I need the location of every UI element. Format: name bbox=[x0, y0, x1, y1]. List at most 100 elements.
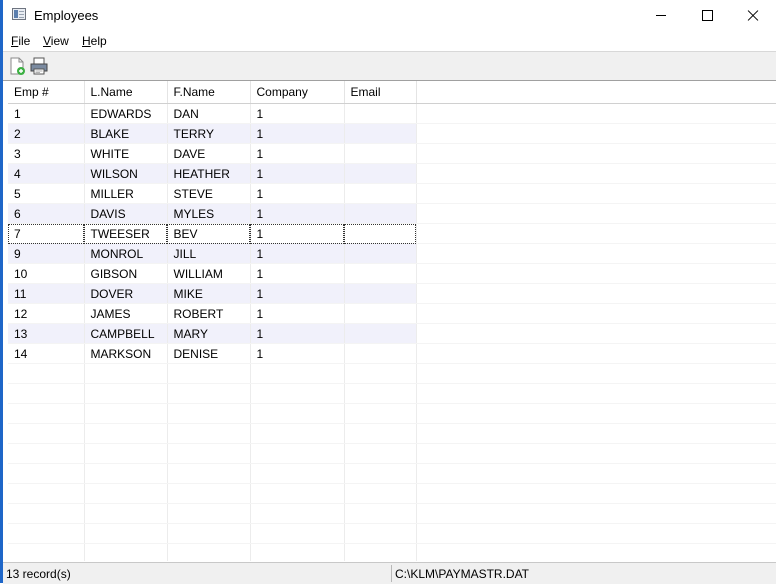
title-bar[interactable]: Employees bbox=[3, 0, 776, 31]
last-name-cell[interactable]: GIBSON bbox=[84, 263, 168, 284]
emp-no-cell[interactable]: 12 bbox=[8, 303, 85, 324]
emp-no-cell[interactable]: 14 bbox=[8, 343, 85, 364]
emp-no-cell[interactable]: 1 bbox=[8, 103, 85, 124]
email-cell[interactable] bbox=[344, 303, 417, 324]
table-row[interactable]: 3 WHITE DAVE 1 bbox=[8, 143, 776, 164]
menu-help[interactable]: Help bbox=[82, 34, 107, 48]
close-button[interactable] bbox=[730, 0, 776, 31]
email-cell[interactable] bbox=[344, 183, 417, 204]
empty-cell bbox=[84, 383, 168, 404]
column-header-first-name[interactable]: F.Name bbox=[167, 81, 251, 104]
email-cell[interactable] bbox=[344, 223, 417, 244]
email-cell[interactable] bbox=[344, 243, 417, 264]
emp-no-cell[interactable]: 6 bbox=[8, 203, 85, 224]
emp-no-cell[interactable]: 2 bbox=[8, 123, 85, 144]
first-name-cell[interactable]: MIKE bbox=[167, 283, 251, 304]
table-row[interactable]: 10 GIBSON WILLIAM 1 bbox=[8, 263, 776, 284]
last-name-cell[interactable]: CAMPBELL bbox=[84, 323, 168, 344]
first-name-cell[interactable]: TERRY bbox=[167, 123, 251, 144]
last-name-cell[interactable]: MILLER bbox=[84, 183, 168, 204]
table-row[interactable]: 9 MONROL JILL 1 bbox=[8, 243, 776, 264]
table-row[interactable]: 12 JAMES ROBERT 1 bbox=[8, 303, 776, 324]
emp-no-cell[interactable]: 4 bbox=[8, 163, 85, 184]
first-name-cell[interactable]: HEATHER bbox=[167, 163, 251, 184]
email-cell[interactable] bbox=[344, 283, 417, 304]
menu-file[interactable]: File bbox=[11, 34, 30, 48]
column-header-company[interactable]: Company bbox=[250, 81, 345, 104]
last-name-cell[interactable]: BLAKE bbox=[84, 123, 168, 144]
maximize-button[interactable] bbox=[684, 0, 730, 31]
first-name-cell[interactable]: DAVE bbox=[167, 143, 251, 164]
table-row[interactable]: 14 MARKSON DENISE 1 bbox=[8, 343, 776, 364]
new-document-icon[interactable] bbox=[6, 55, 28, 77]
company-cell[interactable]: 1 bbox=[250, 163, 345, 184]
table-row[interactable]: 4 WILSON HEATHER 1 bbox=[8, 163, 776, 184]
company-cell[interactable]: 1 bbox=[250, 143, 345, 164]
table-row[interactable]: 5 MILLER STEVE 1 bbox=[8, 183, 776, 204]
emp-no-cell[interactable]: 10 bbox=[8, 263, 85, 284]
table-row[interactable]: 1 EDWARDS DAN 1 bbox=[8, 103, 776, 124]
company-cell[interactable]: 1 bbox=[250, 123, 345, 144]
email-cell[interactable] bbox=[344, 343, 417, 364]
first-name-cell[interactable]: JILL bbox=[167, 243, 251, 264]
first-name-cell[interactable]: ROBERT bbox=[167, 303, 251, 324]
email-cell[interactable] bbox=[344, 163, 417, 184]
company-cell[interactable]: 1 bbox=[250, 243, 345, 264]
last-name-cell[interactable]: DOVER bbox=[84, 283, 168, 304]
company-cell[interactable]: 1 bbox=[250, 203, 345, 224]
first-name-cell[interactable]: MYLES bbox=[167, 203, 251, 224]
company-cell[interactable]: 1 bbox=[250, 323, 345, 344]
company-cell[interactable]: 1 bbox=[250, 223, 345, 244]
last-name-cell[interactable]: WHITE bbox=[84, 143, 168, 164]
email-cell[interactable] bbox=[344, 103, 417, 124]
row-filler bbox=[416, 543, 776, 561]
first-name-cell[interactable]: DAN bbox=[167, 103, 251, 124]
first-name-cell[interactable]: STEVE bbox=[167, 183, 251, 204]
empty-cell bbox=[250, 423, 345, 444]
emp-no-cell[interactable]: 5 bbox=[8, 183, 85, 204]
table-row[interactable]: 7 TWEESER BEV 1 bbox=[8, 223, 776, 244]
emp-no-cell[interactable]: 7 bbox=[8, 223, 85, 244]
last-name-cell[interactable]: TWEESER bbox=[84, 223, 168, 244]
first-name-cell[interactable]: MARY bbox=[167, 323, 251, 344]
menu-view[interactable]: View bbox=[43, 34, 69, 48]
first-name-cell[interactable]: WILLIAM bbox=[167, 263, 251, 284]
table-row[interactable]: 2 BLAKE TERRY 1 bbox=[8, 123, 776, 144]
last-name-cell[interactable]: MONROL bbox=[84, 243, 168, 264]
emp-no-cell[interactable]: 13 bbox=[8, 323, 85, 344]
company-cell[interactable]: 1 bbox=[250, 343, 345, 364]
print-icon[interactable] bbox=[28, 55, 50, 77]
minimize-button[interactable] bbox=[638, 0, 684, 31]
email-cell[interactable] bbox=[344, 203, 417, 224]
table-row[interactable]: 11 DOVER MIKE 1 bbox=[8, 283, 776, 304]
last-name-cell[interactable]: MARKSON bbox=[84, 343, 168, 364]
email-cell[interactable] bbox=[344, 123, 417, 144]
column-header-email[interactable]: Email bbox=[344, 81, 417, 104]
table-row[interactable]: 6 DAVIS MYLES 1 bbox=[8, 203, 776, 224]
company-cell[interactable]: 1 bbox=[250, 263, 345, 284]
column-header-last-name[interactable]: L.Name bbox=[84, 81, 168, 104]
company-cell[interactable]: 1 bbox=[250, 183, 345, 204]
emp-no-cell[interactable]: 3 bbox=[8, 143, 85, 164]
company-cell[interactable]: 1 bbox=[250, 103, 345, 124]
table-row[interactable]: 13 CAMPBELL MARY 1 bbox=[8, 323, 776, 344]
emp-no-cell[interactable]: 11 bbox=[8, 283, 85, 304]
first-name-cell[interactable]: BEV bbox=[167, 223, 251, 244]
row-filler bbox=[416, 123, 776, 144]
email-cell[interactable] bbox=[344, 143, 417, 164]
email-cell[interactable] bbox=[344, 323, 417, 344]
email-cell[interactable] bbox=[344, 263, 417, 284]
employee-grid[interactable]: Emp # L.Name F.Name Company Email 1 EDWAR… bbox=[8, 81, 776, 561]
company-cell[interactable]: 1 bbox=[250, 303, 345, 324]
company-cell[interactable]: 1 bbox=[250, 283, 345, 304]
first-name-cell[interactable]: DENISE bbox=[167, 343, 251, 364]
last-name-cell[interactable]: EDWARDS bbox=[84, 103, 168, 124]
empty-cell bbox=[250, 463, 345, 484]
last-name-cell[interactable]: JAMES bbox=[84, 303, 168, 324]
emp-no-cell[interactable]: 9 bbox=[8, 243, 85, 264]
empty-cell bbox=[84, 543, 168, 561]
last-name-cell[interactable]: DAVIS bbox=[84, 203, 168, 224]
empty-cell bbox=[167, 403, 251, 424]
column-header-emp-no[interactable]: Emp # bbox=[8, 81, 85, 104]
last-name-cell[interactable]: WILSON bbox=[84, 163, 168, 184]
